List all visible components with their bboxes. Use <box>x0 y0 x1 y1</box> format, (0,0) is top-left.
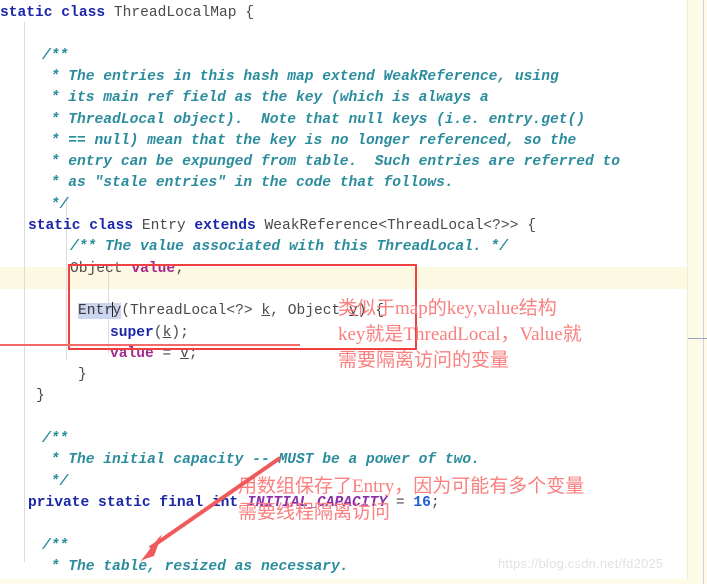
code-token: } <box>36 388 45 405</box>
code-line[interactable]: static class Entry extends WeakReference… <box>0 216 707 237</box>
code-token: * entry can be expunged from table. Such… <box>42 154 621 171</box>
code-token: */ <box>42 473 69 490</box>
code-line[interactable]: /** <box>0 536 707 557</box>
code-token: /** The value associated with this Threa… <box>70 239 508 256</box>
code-line[interactable]: * == null) mean that the key is no longe… <box>0 131 707 152</box>
code-line[interactable]: /** <box>0 429 707 450</box>
gutter-divider <box>703 0 704 584</box>
code-token: /** <box>42 431 69 447</box>
gutter-tick <box>688 338 707 339</box>
code-token: * ThreadLocal object). Note that null ke… <box>42 111 585 128</box>
watermark-text: https://blog.csdn.net/fd2025 <box>498 556 664 571</box>
code-line[interactable]: /** The value associated with this Threa… <box>0 237 707 258</box>
code-line[interactable]: * ThreadLocal object). Note that null ke… <box>0 110 707 131</box>
code-token: * == null) mean that the key is no longe… <box>42 132 577 149</box>
code-token: } <box>78 367 87 384</box>
code-line[interactable] <box>0 408 707 429</box>
code-token: /** <box>42 537 69 554</box>
code-token: private static final int <box>28 494 247 511</box>
annotation-underline <box>0 344 300 346</box>
code-line[interactable]: } <box>0 386 707 407</box>
code-token: WeakReference<ThreadLocal<?>> { <box>264 218 536 234</box>
code-line[interactable]: * The entries in this hash map extend We… <box>0 67 707 88</box>
code-line[interactable] <box>0 24 688 45</box>
page-bottom-edge <box>0 579 688 584</box>
code-line[interactable]: * The initial capacity -- MUST be a powe… <box>0 450 707 471</box>
annotation-note-1: 类似于map的key,value结构 key就是ThreadLocal，Valu… <box>338 298 582 371</box>
code-token: * The initial capacity -- MUST be a powe… <box>42 452 480 469</box>
code-token: /** <box>42 47 69 64</box>
code-token: * The table, resized as necessary. <box>42 558 349 575</box>
code-line[interactable]: static class ThreadLocalMap { <box>0 3 688 24</box>
code-token: extends <box>194 218 265 234</box>
annotation-note-2: 用数组保存了Entry，因为可能有多个变量 需要线程隔离访问 <box>238 476 585 523</box>
code-token: * as "stale entries" in the code that fo… <box>42 175 454 192</box>
code-line[interactable]: */ <box>0 195 707 216</box>
code-token: static class <box>0 5 114 21</box>
code-token: * its main ref field as the key (which i… <box>42 90 489 107</box>
code-line[interactable]: * its main ref field as the key (which i… <box>0 88 707 109</box>
code-token: ThreadLocalMap { <box>113 5 254 21</box>
code-screenshot: static class ThreadLocalMap { /** * The e… <box>0 0 707 584</box>
code-token: static class <box>28 218 142 234</box>
code-token: */ <box>42 196 69 213</box>
page-right-gutter <box>687 0 707 584</box>
code-token: Entry <box>141 218 195 234</box>
code-line[interactable]: /** <box>0 46 707 67</box>
code-line[interactable]: * entry can be expunged from table. Such… <box>0 152 707 173</box>
code-token: * The entries in this hash map extend We… <box>42 68 559 85</box>
code-line[interactable]: * as "stale entries" in the code that fo… <box>0 173 707 194</box>
